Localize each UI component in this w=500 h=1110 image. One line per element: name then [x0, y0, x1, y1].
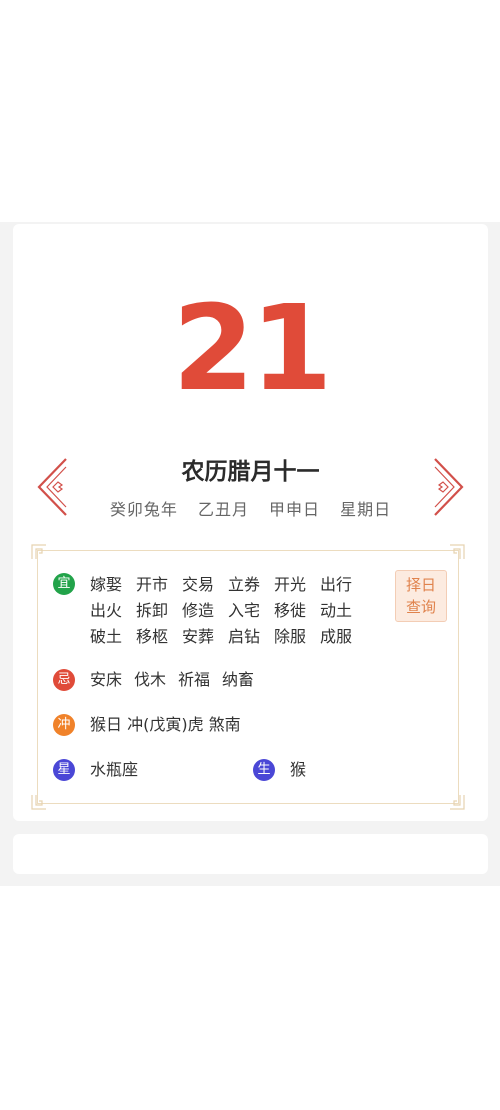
- corner-ornament-icon: [31, 795, 46, 810]
- yi-item: 启钻: [228, 627, 261, 646]
- yi-item: 拆卸: [136, 601, 169, 620]
- calendar-card: 21 农历腊月十一 癸卯兔年 乙丑月 甲申日 星期日 宜 嫁娶 开市 交易 立券…: [13, 224, 488, 821]
- date-selection-query-button[interactable]: 择日 查询: [395, 570, 447, 622]
- year-ganzhi: 癸卯兔年: [109, 500, 178, 519]
- yi-item: 交易: [182, 575, 215, 594]
- yi-item: 除服: [274, 627, 307, 646]
- yi-item: 破土: [90, 627, 123, 646]
- almanac-panel: 宜 嫁娶 开市 交易 立券 开光 出行出火 拆卸 修造 入宅 移徙 动土破土 移柩 安葬 启钻 除服 成服 择…: [31, 544, 465, 810]
- yi-item: 出火: [90, 601, 123, 620]
- yi-item: 动土: [320, 601, 353, 620]
- secondary-card: [13, 834, 488, 874]
- ji-list: 安床 伐木 祈福 纳畜: [90, 669, 266, 691]
- chong-text: 猴日 冲(戊寅)虎 煞南: [90, 715, 241, 734]
- ji-item: 祈福: [178, 670, 211, 689]
- yi-badge: 宜: [53, 573, 75, 595]
- corner-ornament-icon: [450, 544, 465, 559]
- ji-badge: 忌: [53, 669, 75, 691]
- day-ganzhi: 甲申日: [269, 500, 321, 519]
- ji-item: 伐木: [134, 670, 167, 689]
- corner-ornament-icon: [450, 795, 465, 810]
- constellation-badge: 星: [53, 759, 75, 781]
- yi-item: 修造: [182, 601, 215, 620]
- zodiac-badge: 生: [253, 759, 275, 781]
- yi-item: 嫁娶: [90, 575, 123, 594]
- ji-item: 纳畜: [222, 670, 255, 689]
- chong-badge: 冲: [53, 714, 75, 736]
- ji-item: 安床: [90, 670, 123, 689]
- day-number: 21: [172, 279, 332, 417]
- zeri-label-line2: 查询: [405, 598, 436, 616]
- zeri-label-line1: 择日: [405, 576, 436, 594]
- yi-list: 嫁娶 开市 交易 立券 开光 出行出火 拆卸 修造 入宅 移徙 动土破土 移柩 安葬 启钻 除服 成服: [90, 572, 380, 650]
- yi-item: 移徙: [274, 601, 307, 620]
- yi-item: 入宅: [228, 601, 261, 620]
- corner-ornament-icon: [31, 544, 46, 559]
- yi-item: 成服: [320, 627, 353, 646]
- yi-item: 开市: [136, 575, 169, 594]
- lunar-date: 农历腊月十一: [181, 459, 320, 485]
- weekday: 星期日: [340, 500, 392, 519]
- yi-item: 安葬: [182, 627, 215, 646]
- yi-item: 出行: [320, 575, 353, 594]
- yi-item: 立券: [228, 575, 261, 594]
- month-ganzhi: 乙丑月: [197, 500, 249, 519]
- yi-item: 移柩: [136, 627, 169, 646]
- ganzhi-row: 癸卯兔年 乙丑月 甲申日 星期日: [13, 496, 488, 520]
- zodiac-text: 猴: [290, 760, 307, 779]
- yi-item: 开光: [274, 575, 307, 594]
- constellation-text: 水瓶座: [90, 760, 139, 779]
